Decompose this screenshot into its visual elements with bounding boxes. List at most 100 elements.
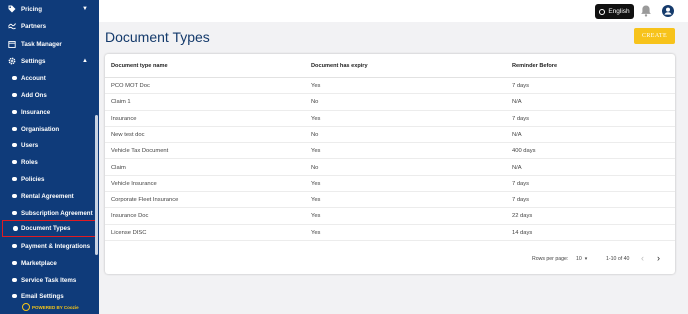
sidebar-item-users[interactable]: Users [0, 137, 99, 153]
cell-reminder: 7 days [512, 197, 530, 204]
sidebar-scrollbar[interactable] [95, 115, 98, 255]
cell-name: Claim [111, 164, 126, 171]
cell-expiry: Yes [311, 115, 321, 122]
sidebar-item-label: Task Manager [21, 40, 62, 48]
cell-reminder: 7 days [512, 180, 530, 187]
sidebar-item-subscription-agreement[interactable]: Subscription Agreement [0, 205, 99, 221]
bullet-icon [12, 210, 17, 216]
table-row[interactable]: Insurance Doc Yes 22 days [105, 208, 675, 225]
tag-icon [8, 5, 16, 13]
sidebar-item-pricing[interactable]: Pricing ▼ [0, 1, 99, 17]
handshake-icon [8, 22, 16, 30]
pagination-range: 1-10 of 40 [606, 256, 630, 262]
column-header-reminder[interactable]: Reminder Before [512, 63, 557, 69]
cell-name: Claim 1 [111, 99, 131, 106]
sidebar-item-settings[interactable]: Settings ▲ [0, 53, 99, 69]
cell-name: New test doc [111, 131, 145, 138]
previous-page-icon[interactable]: ‹ [641, 253, 644, 263]
bullet-icon [12, 92, 17, 98]
sidebar-item-rental-agreement[interactable]: Rental Agreement [0, 188, 99, 204]
cell-name: Vehicle Insurance [111, 180, 157, 187]
next-page-icon[interactable]: › [657, 253, 660, 263]
table-row[interactable]: Corporate Fleet Insurance Yes 7 days [105, 192, 675, 209]
sidebar-item-label: Subscription Agreement [21, 209, 93, 217]
sidebar-item-email-settings[interactable]: Email Settings [0, 288, 99, 304]
cell-reminder: 7 days [512, 115, 530, 122]
cell-expiry: No [311, 131, 319, 138]
bullet-icon [12, 75, 17, 81]
sidebar-item-account[interactable]: Account [0, 70, 99, 86]
cell-expiry: No [311, 99, 319, 106]
cell-reminder: 7 days [512, 83, 530, 89]
bullet-icon [13, 226, 18, 231]
bullet-icon [12, 109, 17, 115]
sidebar-item-label: Insurance [21, 108, 51, 116]
rows-per-page-value: 10 [576, 256, 582, 262]
table-row[interactable]: Vehicle Tax Document Yes 400 days [105, 143, 675, 160]
rows-per-page-select[interactable]: 10 ▾ [576, 256, 587, 262]
sidebar: Pricing ▼ Partners Task Manager Settings… [0, 0, 99, 314]
sidebar-item-add-ons[interactable]: Add Ons [0, 87, 99, 103]
cell-expiry: Yes [311, 180, 321, 187]
table-row[interactable]: Insurance Yes 7 days [105, 111, 675, 127]
sidebar-item-service-task-items[interactable]: Service Task Items [0, 272, 99, 288]
sidebar-item-label: Organisation [21, 125, 60, 133]
sidebar-item-label: Service Task Items [21, 276, 77, 284]
sidebar-item-label: Roles [21, 158, 38, 166]
sidebar-item-label: Document Types [21, 225, 71, 232]
cell-reminder: 14 days [512, 229, 533, 236]
bell-icon[interactable] [640, 4, 652, 17]
sidebar-item-policies[interactable]: Policies [0, 171, 99, 187]
language-button[interactable]: English [595, 4, 634, 19]
bullet-icon [12, 176, 17, 182]
language-label: English [608, 8, 630, 15]
cell-expiry: Yes [311, 197, 321, 204]
sidebar-item-task-manager[interactable]: Task Manager [0, 36, 99, 52]
account-avatar-icon[interactable] [662, 4, 674, 17]
sidebar-item-payment-integrations[interactable]: Payment & Integrations [0, 238, 99, 254]
sidebar-item-document-types[interactable]: Document Types [2, 220, 98, 237]
table-row[interactable]: Claim 1 No N/A [105, 94, 675, 111]
sidebar-item-insurance[interactable]: Insurance [0, 104, 99, 120]
page-title: Document Types [105, 29, 210, 45]
bullet-icon [12, 293, 17, 299]
calendar-icon [8, 40, 16, 48]
powered-by-text: POWERED BY Coozie [32, 304, 79, 310]
sidebar-item-label: Marketplace [21, 259, 57, 267]
cell-reminder: N/A [512, 99, 522, 106]
column-header-name[interactable]: Document type name [111, 63, 168, 69]
sidebar-item-organisation[interactable]: Organisation [0, 121, 99, 137]
cell-name: PCO MOT Doc [111, 83, 150, 89]
bullet-icon [12, 260, 17, 266]
sidebar-item-label: Settings [21, 57, 46, 65]
powered-by-badge: POWERED BY Coozie [22, 303, 79, 311]
bullet-icon [12, 142, 17, 148]
table-row[interactable]: License DISC Yes 14 days [105, 225, 675, 241]
sidebar-item-marketplace[interactable]: Marketplace [0, 255, 99, 271]
sidebar-item-label: Account [21, 74, 46, 82]
cell-expiry: Yes [311, 213, 321, 220]
sidebar-item-label: Email Settings [21, 292, 64, 300]
sidebar-item-label: Users [21, 141, 39, 149]
brand-logo-icon [22, 303, 30, 311]
sidebar-item-partners[interactable]: Partners [0, 18, 99, 34]
table-row[interactable]: New test doc No N/A [105, 127, 675, 144]
table-row[interactable]: PCO MOT Doc Yes 7 days [105, 78, 675, 95]
table-row[interactable]: Vehicle Insurance Yes 7 days [105, 176, 675, 193]
cell-name: Corporate Fleet Insurance [111, 197, 179, 204]
table-header: Document type name Document has expiry R… [105, 54, 675, 78]
create-button[interactable]: CREATE [634, 28, 675, 44]
table-row[interactable]: Claim No N/A [105, 160, 675, 176]
pagination-bar: Rows per page: 10 ▾ 1-10 of 40 ‹ › [105, 249, 675, 269]
cell-name: License DISC [111, 229, 147, 236]
cell-expiry: No [311, 164, 319, 171]
chevron-down-icon: ▼ [82, 6, 88, 12]
sidebar-item-roles[interactable]: Roles [0, 154, 99, 170]
bullet-icon [12, 159, 17, 165]
cell-name: Vehicle Tax Document [111, 148, 169, 155]
cell-reminder: N/A [512, 131, 522, 138]
chevron-up-icon: ▲ [82, 58, 88, 64]
column-header-expiry[interactable]: Document has expiry [311, 63, 368, 69]
sidebar-item-label: Rental Agreement [21, 192, 74, 200]
sidebar-item-label: Add Ons [21, 91, 47, 99]
